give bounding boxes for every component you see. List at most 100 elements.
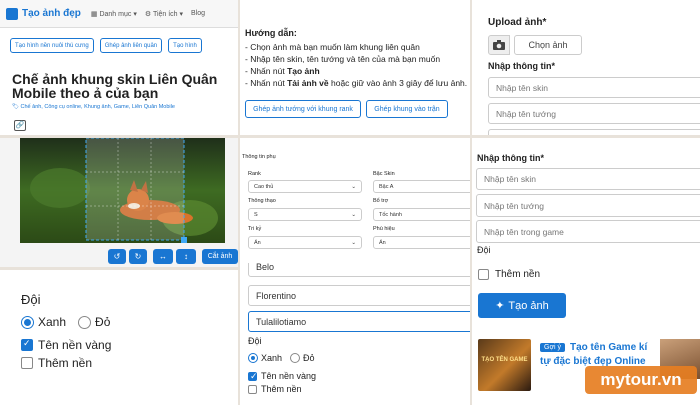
skin-level-select-value: Bậc A <box>379 183 394 190</box>
site-logo[interactable]: Tạo ảnh đẹp <box>22 8 81 19</box>
right-ingame-placeholder: Nhập tên trong game <box>484 226 564 237</box>
right-ingame-input[interactable]: Nhập tên trong game <box>476 220 700 243</box>
filled-gold-checkbox[interactable] <box>248 371 258 382</box>
shortcut-pet-wallpaper-label: Tạo hình nền nuôi thú cưng <box>15 42 89 49</box>
filled-team-label: Đội <box>248 336 262 346</box>
guide-step-1: - Chọn ảnh mà bạn muốn làm khung liên qu… <box>245 42 420 52</box>
gold-bg-label: Tên nền vàng <box>38 338 112 352</box>
spell-label: Bổ trợ <box>373 198 389 204</box>
right-skin-input[interactable]: Nhập tên skin <box>476 168 700 190</box>
rotate-right-icon: ↻ <box>134 252 142 261</box>
mastery-select-value: S <box>254 211 258 218</box>
right-hero-input[interactable]: Nhập tên tướng <box>476 194 700 217</box>
tag-list-text[interactable]: Chế ảnh, Công cụ online, Khung ảnh, Game… <box>21 104 175 110</box>
chevron-down-icon: ⌄ <box>351 211 356 218</box>
filled-blue-label: Xanh <box>261 353 283 363</box>
upload-info-label: Nhập thông tin* <box>488 61 555 71</box>
choose-image-button[interactable]: Chọn ảnh <box>514 35 582 55</box>
filled-form-panel: Belo Florentino Tulalilotiamo Đội Xanh Đ… <box>240 263 470 405</box>
right-skin-placeholder: Nhập tên skin <box>484 174 536 184</box>
upload-third-input[interactable] <box>488 129 700 135</box>
team-blue-label: Xanh <box>38 315 67 329</box>
mastery-label: Thông thạo <box>248 198 276 204</box>
filled-addbg-option: Thêm nền <box>248 384 302 394</box>
guide-step-2: - Nhập tên skin, tên tướng và tên của mà… <box>245 54 441 64</box>
ingame-name-value: Tulalilotiamo <box>256 316 307 327</box>
merge-rank-button[interactable]: Ghép ảnh tướng với khung rank <box>245 100 361 118</box>
shortcut-more[interactable]: Tạo hình <box>168 38 202 53</box>
badge-select-value: Ẩn <box>379 239 386 246</box>
team-blue-radio[interactable] <box>21 315 34 329</box>
editor-controls: ↺ ↻ ↔ ↕ Cắt ảnh <box>108 249 238 264</box>
ingame-name-input[interactable]: Tulalilotiamo <box>248 311 470 332</box>
skin-level-label: Bậc Skin <box>373 171 395 177</box>
shortcut-pet-wallpaper[interactable]: Tạo hình nền nuôi thú cưng <box>10 38 94 53</box>
camera-icon[interactable] <box>488 35 510 55</box>
shortcut-more-label: Tạo hình <box>173 42 197 49</box>
skin-level-select[interactable]: Bậc A <box>373 180 470 193</box>
upload-hero-input[interactable]: Nhập tên tướng <box>488 103 700 124</box>
page-title: Chế ảnh khung skin Liên Quân Mobile theo… <box>12 71 218 101</box>
filled-red-radio[interactable] <box>290 353 301 363</box>
shortcut-lienquan[interactable]: Ghép ảnh liên quân <box>99 38 163 53</box>
filled-blue-radio[interactable] <box>248 353 258 363</box>
rank-select[interactable]: Cao thủ ⌄ <box>248 180 362 193</box>
create-image-button[interactable]: ✦ Tạo ảnh <box>478 293 566 318</box>
tag-list: 🏷 Chế ảnh, Công cụ online, Khung ảnh, Ga… <box>12 104 175 110</box>
team-red-label: Đỏ <box>95 315 111 329</box>
chevron-down-icon: ⌄ <box>351 239 356 246</box>
rotate-left-button[interactable]: ↺ <box>108 249 126 264</box>
extra-info-panel: Thông tin phụ Rank Cao thủ ⌄ Bậc Skin Bậc… <box>240 138 470 265</box>
team-radio-group: Xanh Đỏ <box>21 315 110 329</box>
rotate-right-button[interactable]: ↻ <box>129 249 147 264</box>
filled-team-radios: Xanh Đỏ <box>248 353 315 363</box>
article-header-panel: Tạo ảnh đẹp ▦ Danh mục ▾ ⚙ Tiện ích ▾ Bl… <box>0 0 238 135</box>
skin-name-input[interactable]: Belo <box>248 263 470 277</box>
guide-heading: Hướng dẫn: <box>245 28 297 38</box>
right-addbg-checkbox[interactable] <box>478 269 489 280</box>
crop-button[interactable]: Cắt ảnh <box>202 249 238 264</box>
rank-label: Rank <box>248 171 261 177</box>
promo-thumbnail-text: TẠO TÊN GAME <box>481 357 528 363</box>
flip-vertical-button[interactable]: ↕ <box>176 249 196 264</box>
guide-step-4-prefix: - Nhấn nút <box>245 78 288 88</box>
filled-addbg-checkbox[interactable] <box>248 384 257 394</box>
nav-blog[interactable]: Blog <box>191 10 205 17</box>
spell-select[interactable]: Tốc hành <box>373 208 470 221</box>
nav-danh-muc[interactable]: ▦ Danh mục ▾ <box>91 10 137 18</box>
upload-skin-input[interactable]: Nhập tên skin <box>488 77 700 98</box>
mastery-select[interactable]: S ⌄ <box>248 208 362 221</box>
link-icon[interactable]: 🔗 <box>14 120 26 131</box>
add-bg-option: Thêm nền <box>21 356 92 370</box>
right-addbg-label: Thêm nền <box>495 269 541 280</box>
nav-tien-ich[interactable]: ⚙ Tiện ích ▾ <box>145 10 183 18</box>
nav-danh-muc-label: Danh mục <box>99 10 132 18</box>
filled-red-label: Đỏ <box>303 353 315 363</box>
friend-select[interactable]: Ẩn ⌄ <box>248 236 362 249</box>
upload-panel: Upload ảnh* Chọn ảnh Nhập thông tin* Nhậ… <box>472 0 700 135</box>
hero-name-input[interactable]: Florentino <box>248 285 470 306</box>
logo-icon[interactable] <box>6 7 18 20</box>
promo-thumbnail[interactable]: TẠO TÊN GAME <box>478 339 531 391</box>
filled-gold-label: Tên nền vàng <box>261 371 317 381</box>
promo-title[interactable]: Tạo tên Game kí tự đặc biệt đẹp Online <box>540 341 656 369</box>
upload-control: Chọn ảnh <box>488 35 582 55</box>
upload-label: Upload ảnh* <box>488 17 547 28</box>
merge-match-button-label: Ghép khung vào trận <box>374 105 440 113</box>
add-bg-checkbox[interactable] <box>21 357 33 369</box>
gold-bg-checkbox[interactable] <box>21 338 33 351</box>
nav-tien-ich-label: Tiện ích <box>152 10 178 18</box>
magic-wand-icon: ✦ <box>495 300 505 312</box>
flip-vertical-icon: ↕ <box>184 252 188 261</box>
filled-gold-option: Tên nền vàng <box>248 371 317 382</box>
tool-shortcuts: Tạo hình nền nuôi thú cưng Ghép ảnh liên… <box>10 38 202 53</box>
team-red-radio[interactable] <box>78 315 92 329</box>
badge-label: Phù hiệu <box>373 226 395 232</box>
badge-select[interactable]: Ẩn <box>373 236 470 249</box>
right-team-label: Đội <box>477 245 491 255</box>
hero-name-value: Florentino <box>256 290 297 301</box>
flip-horizontal-button[interactable]: ↔ <box>153 249 173 264</box>
extra-info-heading: Thông tin phụ <box>242 154 276 160</box>
merge-match-button[interactable]: Ghép khung vào trận <box>366 100 448 118</box>
merge-rank-button-label: Ghép ảnh tướng với khung rank <box>253 105 353 113</box>
